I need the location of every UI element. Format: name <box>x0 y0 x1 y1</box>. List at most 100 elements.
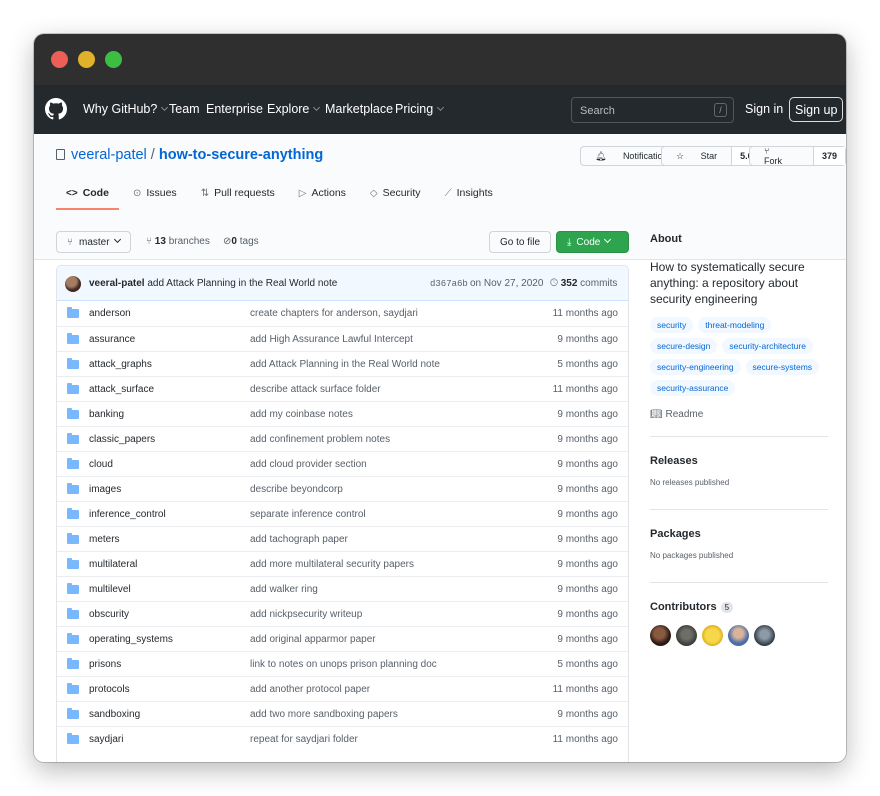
file-commit-message-link[interactable]: add confinement problem notes <box>250 434 390 445</box>
avatar[interactable] <box>754 625 775 646</box>
repo-owner-link[interactable]: veeral-patel <box>71 147 147 163</box>
tags-link[interactable]: ⊘0 tags <box>223 236 259 247</box>
tab-code[interactable]: <> Code <box>56 180 119 210</box>
sign-up-button[interactable]: Sign up <box>789 97 844 122</box>
tab-insights[interactable]: ⟋ Insights <box>435 180 503 210</box>
file-name-link[interactable]: protocols <box>89 684 130 695</box>
chevron-down-icon <box>604 235 612 243</box>
tab-issues[interactable]: ⊙ Issues <box>123 180 187 210</box>
commit-author[interactable]: veeral-patel <box>89 278 145 289</box>
avatar[interactable] <box>65 276 81 292</box>
nav-explore[interactable]: Explore <box>267 102 321 116</box>
file-commit-message-link[interactable]: add cloud provider section <box>250 459 367 470</box>
file-commit-message-link[interactable]: add original apparmor paper <box>250 634 376 645</box>
tab-pull-requests[interactable]: ⇅ Pull requests <box>191 180 285 210</box>
file-commit-message-link[interactable]: add High Assurance Lawful Intercept <box>250 334 413 345</box>
file-commit-message-link[interactable]: add nickpsecurity writeup <box>250 609 362 620</box>
nav-enterprise[interactable]: Enterprise <box>206 102 263 116</box>
nav-marketplace[interactable]: Marketplace <box>325 102 393 116</box>
search-input[interactable]: Search / <box>571 97 734 123</box>
file-commit-message-link[interactable]: add two more sandboxing papers <box>250 709 398 720</box>
branch-select[interactable]: ⑂ master <box>56 231 131 253</box>
file-age: 9 months ago <box>557 334 618 345</box>
folder-icon <box>67 508 79 519</box>
file-name-link[interactable]: images <box>89 484 121 495</box>
file-commit-message-link[interactable]: separate inference control <box>250 509 366 520</box>
file-commit-message-link[interactable]: create chapters for anderson, saydjari <box>250 308 418 319</box>
file-age: 9 months ago <box>557 584 618 595</box>
contributors-heading[interactable]: Contributors 5 <box>650 601 828 613</box>
issue-icon: ⊙ <box>132 188 142 199</box>
nav-pricing[interactable]: Pricing <box>395 102 445 116</box>
file-commit-message-link[interactable]: add more multilateral security papers <box>250 559 414 570</box>
file-name-link[interactable]: obscurity <box>89 609 129 620</box>
topic-tag[interactable]: threat-modeling <box>698 317 772 333</box>
file-name-link[interactable]: operating_systems <box>89 634 173 645</box>
file-name-link[interactable]: multilateral <box>89 559 137 570</box>
about-sidebar: About How to systematically secure anyth… <box>650 211 828 646</box>
file-commit-message-link[interactable]: add walker ring <box>250 584 318 595</box>
file-name-link[interactable]: cloud <box>89 459 113 470</box>
file-commit-message-link[interactable]: add Attack Planning in the Real World no… <box>250 359 440 370</box>
nav-why-github[interactable]: Why GitHub? <box>83 102 169 116</box>
file-name-link[interactable]: saydjari <box>89 734 123 745</box>
chevron-down-icon <box>161 103 169 112</box>
maximize-window-button[interactable] <box>105 51 122 68</box>
topic-tag[interactable]: secure-design <box>650 338 718 354</box>
file-commit-message-link[interactable]: link to notes on unops prison planning d… <box>250 659 437 670</box>
tab-security[interactable]: ◇ Security <box>360 180 431 210</box>
fork-button[interactable]: ⑂ Fork 379 <box>749 146 846 166</box>
file-name-link[interactable]: attack_surface <box>89 384 154 395</box>
close-window-button[interactable] <box>51 51 68 68</box>
packages-heading[interactable]: Packages <box>650 528 828 540</box>
avatar[interactable] <box>676 625 697 646</box>
repo-name-link[interactable]: how-to-secure-anything <box>159 147 323 163</box>
file-name-link[interactable]: sandboxing <box>89 709 140 720</box>
topic-tag[interactable]: security-architecture <box>722 338 813 354</box>
fork-count[interactable]: 379 <box>812 147 845 165</box>
file-name-link[interactable]: inference_control <box>89 509 166 520</box>
file-name-link[interactable]: multilevel <box>89 584 131 595</box>
readme-link[interactable]: 📖︎ Readme <box>650 409 828 420</box>
releases-heading[interactable]: Releases <box>650 455 828 467</box>
branches-link[interactable]: ⑂ 13 branches <box>146 236 210 247</box>
topic-tag[interactable]: security <box>650 317 694 333</box>
code-icon: <> <box>66 188 78 199</box>
file-name-link[interactable]: attack_graphs <box>89 359 152 370</box>
file-name-link[interactable]: assurance <box>89 334 135 345</box>
folder-icon <box>67 708 79 719</box>
table-row: operating_systems add original apparmor p… <box>57 626 628 651</box>
go-to-file-button[interactable]: Go to file <box>489 231 552 253</box>
avatar[interactable] <box>702 625 723 646</box>
avatar[interactable] <box>728 625 749 646</box>
commits-link[interactable]: 🕓︎ 352 commits <box>550 278 617 289</box>
tab-label: Issues <box>146 187 177 199</box>
minimize-window-button[interactable] <box>78 51 95 68</box>
sign-in-link[interactable]: Sign in <box>745 102 783 116</box>
file-commit-message-link[interactable]: add my coinbase notes <box>250 409 353 420</box>
avatar[interactable] <box>650 625 671 646</box>
file-name-link[interactable]: anderson <box>89 308 131 319</box>
file-name-link[interactable]: classic_papers <box>89 434 155 445</box>
file-commit-message-link[interactable]: describe attack surface folder <box>250 384 381 395</box>
code-download-button[interactable]: ⤓ Code <box>556 231 629 253</box>
download-icon: ⤓ <box>567 236 572 248</box>
topic-tag[interactable]: security-engineering <box>650 359 741 375</box>
file-age: 9 months ago <box>557 634 618 645</box>
tab-actions[interactable]: ▷ Actions <box>289 180 356 210</box>
file-commit-message-link[interactable]: repeat for saydjari folder <box>250 734 358 745</box>
topic-tag[interactable]: secure-systems <box>745 359 820 375</box>
github-logo-icon[interactable] <box>45 98 67 120</box>
commit-message-link[interactable]: add Attack Planning in the Real World no… <box>147 278 337 289</box>
file-commit-message-link[interactable]: add tachograph paper <box>250 534 348 545</box>
file-commit-message-link[interactable]: add another protocol paper <box>250 684 370 695</box>
topic-tag[interactable]: security-assurance <box>650 380 736 396</box>
file-commit-message-link[interactable]: describe beyondcorp <box>250 484 343 495</box>
file-name-link[interactable]: banking <box>89 409 124 420</box>
file-age: 9 months ago <box>557 484 618 495</box>
file-name-link[interactable]: prisons <box>89 659 121 670</box>
commit-sha[interactable]: d367a6b <box>430 279 468 289</box>
file-name-link[interactable]: meters <box>89 534 120 545</box>
nav-team[interactable]: Team <box>169 102 200 116</box>
chevron-down-icon <box>437 103 445 112</box>
